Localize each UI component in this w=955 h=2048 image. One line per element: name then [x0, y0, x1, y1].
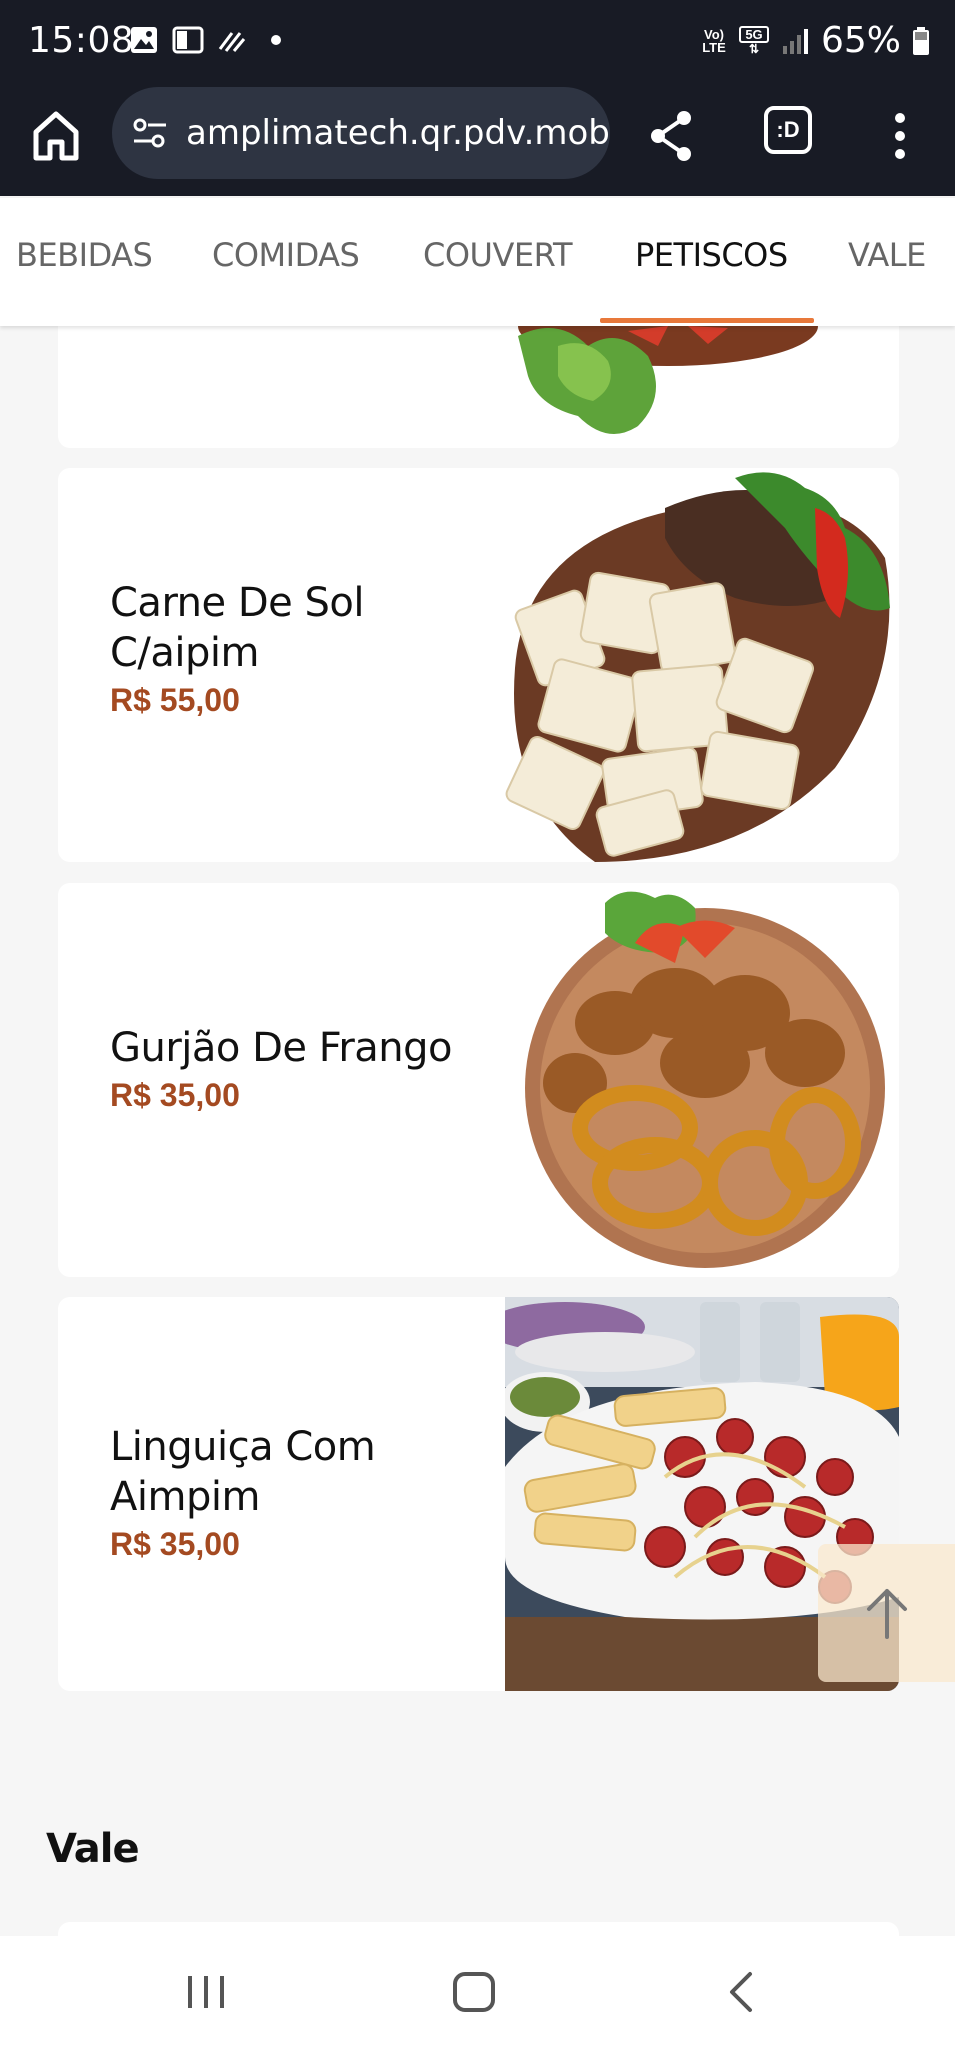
- status-right-icons: Vo) LTE 5G ⇅ 65%: [699, 20, 931, 61]
- data-arrows-icon: ⇅: [748, 41, 760, 56]
- product-name-line2: Aimpim: [110, 1474, 260, 1520]
- system-nav-bar: [0, 1936, 955, 2048]
- share-icon: [651, 111, 691, 161]
- volte-icon: Vo) LTE: [702, 26, 726, 55]
- network-5g-label: 5G: [738, 25, 769, 43]
- product-info: Carne De Sol C/aipim R$ 55,00: [110, 578, 470, 719]
- scroll-top-button[interactable]: [818, 1544, 955, 1682]
- site-settings-icon[interactable]: [130, 113, 170, 153]
- tab-petiscos[interactable]: PETISCOS: [635, 236, 788, 274]
- product-info: Linguiça Com Aimpim R$ 35,00: [110, 1422, 470, 1563]
- more-menu-button[interactable]: [880, 108, 920, 164]
- product-name: Carne De Sol: [110, 580, 364, 626]
- dot-icon: [260, 24, 292, 56]
- back-button[interactable]: [712, 1966, 772, 2018]
- recent-apps-icon: [188, 1976, 224, 2008]
- product-card[interactable]: Gurjão De Frango R$ 35,00: [58, 883, 899, 1277]
- home-nav-icon: [453, 1972, 495, 2012]
- address-bar[interactable]: amplimatech.qr.pdv.mobi/c: [112, 87, 610, 179]
- signal-icon: [779, 25, 811, 57]
- home-icon: [33, 111, 79, 161]
- tab-comidas[interactable]: COMIDAS: [212, 236, 360, 274]
- tab-switcher-button[interactable]: :D: [764, 106, 812, 154]
- url-text: amplimatech.qr.pdv.mobi/c: [186, 113, 610, 153]
- tab-vale[interactable]: VALE: [848, 236, 926, 274]
- product-card-partial[interactable]: [58, 1922, 899, 1936]
- section-title-vale: Vale: [46, 1826, 140, 1872]
- product-price: R$ 35,00: [110, 1077, 240, 1113]
- status-time: 15:08: [28, 20, 135, 61]
- share-button[interactable]: [646, 108, 696, 164]
- product-card[interactable]: Carne De Sol C/aipim R$ 55,00: [58, 468, 899, 862]
- product-list: Carne De Sol C/aipim R$ 55,00 Gurjão De …: [0, 326, 955, 1936]
- battery-percentage: 65%: [820, 20, 901, 61]
- product-name: Gurjão De Frango: [110, 1025, 453, 1071]
- product-info: Gurjão De Frango R$ 35,00: [110, 1023, 470, 1114]
- battery-icon: [911, 25, 931, 57]
- browser-toolbar: amplimatech.qr.pdv.mobi/c :D: [0, 84, 955, 196]
- notification-icons: [128, 24, 292, 56]
- status-bar: 15:08 Vo) LTE 5G ⇅ 65%: [0, 0, 955, 84]
- network-5g-icon: 5G ⇅: [738, 25, 769, 56]
- product-price: R$ 55,00: [110, 682, 240, 718]
- home-button[interactable]: [30, 108, 82, 164]
- tab-couvert[interactable]: COUVERT: [423, 236, 573, 274]
- category-tabs: BEBIDAS COMIDAS COUVERT PETISCOS VALE: [0, 198, 955, 326]
- product-image: [518, 326, 818, 434]
- app-window-icon: [172, 24, 204, 56]
- product-card[interactable]: Linguiça Com Aimpim R$ 35,00: [58, 1297, 899, 1691]
- recent-apps-button[interactable]: [176, 1966, 236, 2018]
- back-icon: [730, 1972, 752, 2012]
- product-image: [505, 468, 899, 862]
- product-name: Linguiça Com: [110, 1424, 376, 1470]
- arrow-up-icon: [866, 1589, 907, 1639]
- home-nav-button[interactable]: [444, 1966, 504, 2018]
- tab-bebidas[interactable]: BEBIDAS: [16, 236, 153, 274]
- product-price: R$ 35,00: [110, 1526, 240, 1562]
- gallery-icon: [128, 24, 160, 56]
- product-image: [505, 883, 899, 1277]
- more-vert-icon: [895, 113, 905, 159]
- data-saver-icon: [216, 24, 248, 56]
- product-name-line2: C/aipim: [110, 630, 260, 676]
- product-card-partial[interactable]: [58, 326, 899, 448]
- active-tab-indicator: [600, 318, 814, 323]
